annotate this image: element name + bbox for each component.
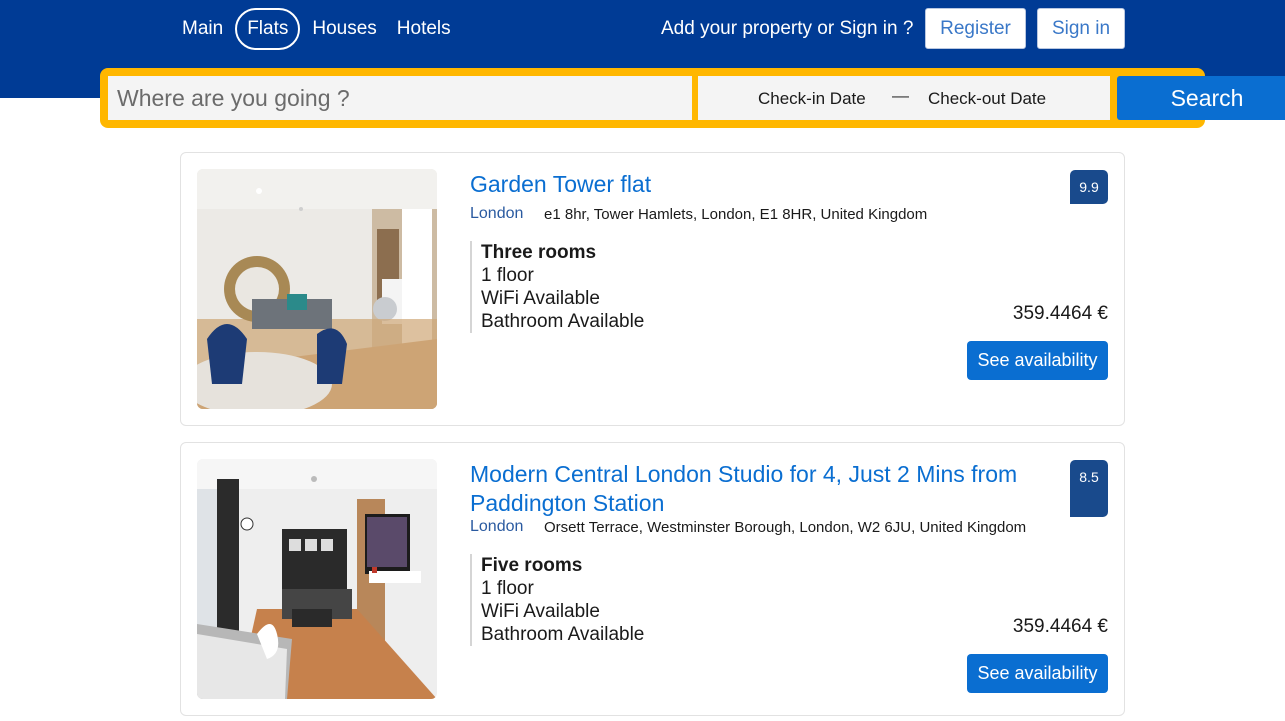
destination-input[interactable] bbox=[108, 76, 692, 120]
listing-price: 359.4464 € bbox=[1012, 303, 1108, 324]
listing-features: Three rooms 1 floor WiFi Available Bathr… bbox=[470, 241, 644, 333]
register-button[interactable]: Register bbox=[925, 8, 1026, 49]
feature-wifi: WiFi Available bbox=[481, 288, 600, 309]
listing-title[interactable]: Modern Central London Studio for 4, Just… bbox=[470, 460, 1060, 518]
checkout-date[interactable]: Check-out Date bbox=[928, 89, 1046, 109]
studio-interior-image bbox=[197, 459, 437, 699]
see-availability-button[interactable]: See availability bbox=[967, 654, 1108, 693]
listing-photo[interactable] bbox=[197, 459, 437, 699]
rating-badge: 8.5 bbox=[1070, 460, 1108, 517]
date-picker[interactable]: Check-in Date — Check-out Date bbox=[698, 76, 1110, 120]
nav-item-main[interactable]: Main bbox=[172, 8, 233, 50]
listing-price: 359.4464 € bbox=[1012, 616, 1108, 637]
listing-city[interactable]: London bbox=[470, 518, 523, 536]
listing-features: Five rooms 1 floor WiFi Available Bathro… bbox=[470, 554, 644, 646]
rating-badge: 9.9 bbox=[1070, 170, 1108, 204]
listing-address: Orsett Terrace, Westminster Borough, Lon… bbox=[544, 519, 1027, 536]
search-bar: Check-in Date — Check-out Date Search bbox=[100, 68, 1285, 128]
feature-floor: 1 floor bbox=[481, 578, 534, 599]
listing-card: Modern Central London Studio for 4, Just… bbox=[180, 442, 1125, 716]
main-nav: Main Flats Houses Hotels bbox=[172, 8, 461, 50]
feature-wifi: WiFi Available bbox=[481, 601, 600, 622]
listing-address: e1 8hr, Tower Hamlets, London, E1 8HR, U… bbox=[544, 206, 928, 223]
listing-card: Garden Tower flat London e1 8hr, Tower H… bbox=[180, 152, 1125, 426]
feature-bathroom: Bathroom Available bbox=[481, 624, 645, 645]
feature-rooms: Five rooms bbox=[481, 555, 583, 576]
checkin-date[interactable]: Check-in Date bbox=[758, 89, 866, 109]
feature-rooms: Three rooms bbox=[481, 242, 597, 263]
flat-interior-image bbox=[197, 169, 437, 409]
nav-item-hotels[interactable]: Hotels bbox=[387, 8, 461, 50]
nav-item-houses[interactable]: Houses bbox=[302, 8, 386, 50]
signin-button[interactable]: Sign in bbox=[1037, 8, 1125, 49]
listing-title[interactable]: Garden Tower flat bbox=[470, 170, 651, 199]
auth-prompt: Add your property or Sign in ? bbox=[661, 18, 914, 39]
feature-floor: 1 floor bbox=[481, 265, 534, 286]
nav-item-flats[interactable]: Flats bbox=[235, 8, 301, 50]
listing-city[interactable]: London bbox=[470, 205, 523, 223]
search-button[interactable]: Search bbox=[1117, 76, 1285, 120]
listing-photo[interactable] bbox=[197, 169, 437, 409]
see-availability-button[interactable]: See availability bbox=[967, 341, 1108, 380]
date-separator: — bbox=[892, 86, 909, 105]
feature-bathroom: Bathroom Available bbox=[481, 311, 645, 332]
